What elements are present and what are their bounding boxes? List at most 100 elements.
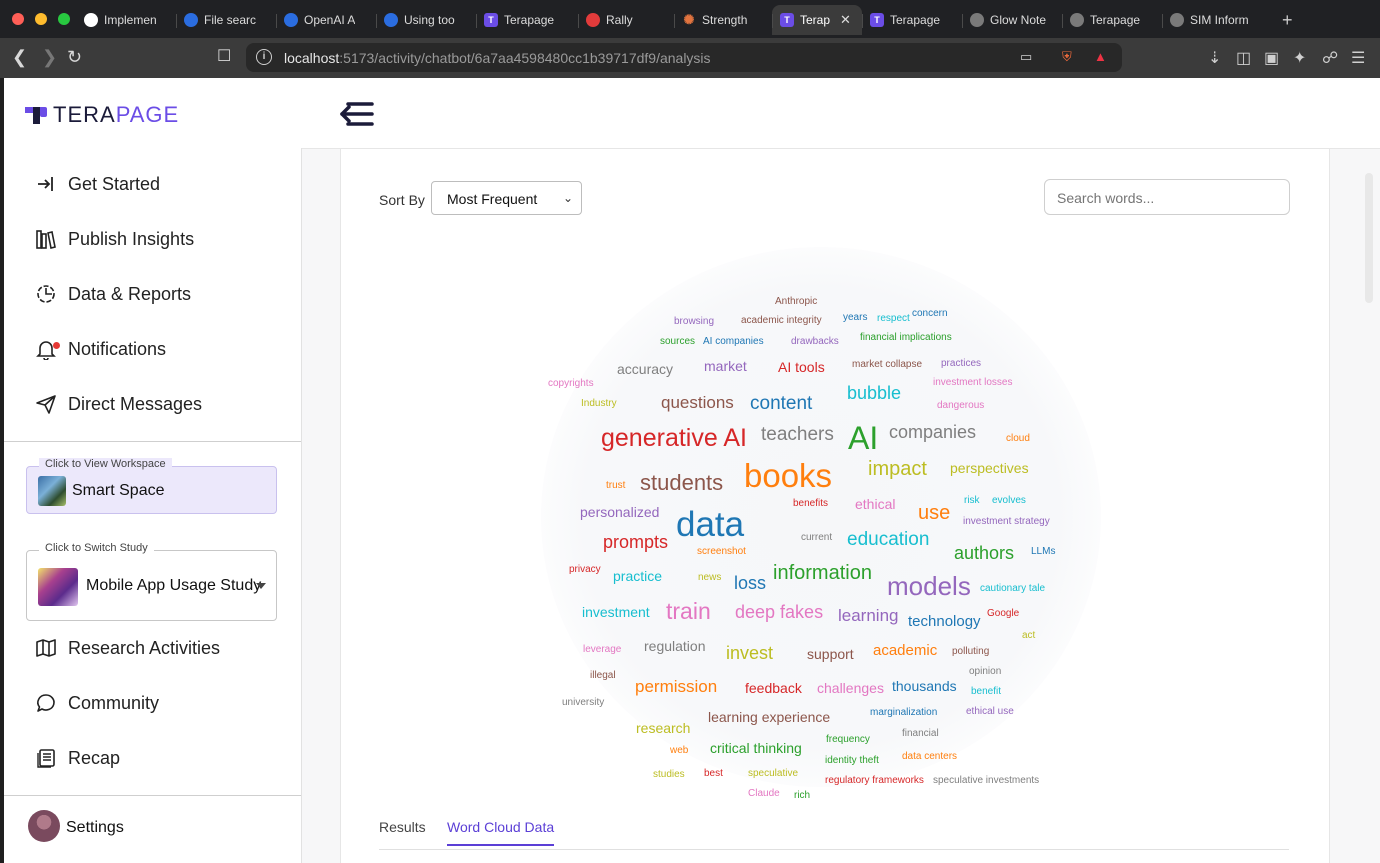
word-cloud-word[interactable]: train bbox=[666, 600, 711, 623]
word-cloud-word[interactable]: years bbox=[843, 313, 867, 323]
word-cloud-word[interactable]: cautionary tale bbox=[980, 584, 1045, 594]
word-cloud-word[interactable]: companies bbox=[889, 423, 976, 441]
terapage-logo[interactable]: TERAPAGE bbox=[25, 102, 179, 128]
word-cloud-word[interactable]: bubble bbox=[847, 384, 901, 402]
word-cloud-word[interactable]: prompts bbox=[603, 533, 668, 551]
word-cloud-word[interactable]: use bbox=[918, 503, 950, 523]
word-cloud-word[interactable]: data bbox=[676, 507, 744, 542]
word-cloud-word[interactable]: Claude bbox=[748, 789, 780, 799]
word-cloud-word[interactable]: speculative investments bbox=[933, 776, 1039, 786]
search-words-input[interactable]: Search words... bbox=[1044, 179, 1290, 215]
scrollbar[interactable] bbox=[1365, 173, 1373, 303]
word-cloud-word[interactable]: Google bbox=[987, 609, 1019, 619]
word-cloud-word[interactable]: questions bbox=[661, 394, 734, 411]
sidebar-item-notifications[interactable]: Notifications bbox=[4, 327, 301, 371]
ai-sparkle-icon[interactable]: ✦ bbox=[1293, 48, 1306, 68]
word-cloud-word[interactable]: identity theft bbox=[825, 756, 879, 766]
sidebar-item-get-started[interactable]: Get Started bbox=[4, 162, 301, 206]
word-cloud-word[interactable]: risk bbox=[964, 496, 980, 506]
word-cloud-word[interactable]: data centers bbox=[902, 752, 957, 762]
sidebar-item-publish-insights[interactable]: Publish Insights bbox=[4, 217, 301, 261]
vpn-shield-icon[interactable]: ☍ bbox=[1322, 48, 1338, 68]
word-cloud-word[interactable]: speculative bbox=[748, 769, 798, 779]
browser-tab[interactable]: Using too bbox=[376, 5, 476, 35]
word-cloud-word[interactable]: regulation bbox=[644, 639, 706, 653]
word-cloud-word[interactable]: education bbox=[847, 530, 929, 549]
caret-down-icon[interactable] bbox=[256, 583, 266, 589]
word-cloud-word[interactable]: dangerous bbox=[937, 401, 984, 411]
browser-tab[interactable]: T Terap ✕ bbox=[772, 5, 862, 35]
rewards-icon[interactable]: ▲ bbox=[1094, 49, 1107, 64]
word-cloud-word[interactable]: perspectives bbox=[950, 461, 1029, 475]
word-cloud-word[interactable]: act bbox=[1022, 631, 1035, 641]
wallet-icon[interactable]: ▣ bbox=[1264, 48, 1279, 68]
word-cloud-word[interactable]: ethical use bbox=[966, 707, 1014, 717]
browser-tab[interactable]: SIM Inform bbox=[1162, 5, 1272, 35]
new-tab-button[interactable]: + bbox=[1272, 10, 1303, 31]
forward-arrow-icon[interactable]: ❯ bbox=[42, 47, 57, 67]
word-cloud-word[interactable]: AI companies bbox=[703, 337, 764, 347]
word-cloud-word[interactable]: investment strategy bbox=[963, 517, 1050, 527]
word-cloud-word[interactable]: deep fakes bbox=[735, 603, 823, 621]
word-cloud-word[interactable]: trust bbox=[606, 481, 625, 491]
word-cloud-word[interactable]: best bbox=[704, 769, 723, 779]
sidebar-item-recap[interactable]: Recap bbox=[4, 736, 301, 780]
word-cloud-word[interactable]: benefit bbox=[971, 687, 1001, 697]
word-cloud-word[interactable]: technology bbox=[908, 614, 981, 629]
word-cloud-word[interactable]: content bbox=[750, 394, 812, 413]
word-cloud-word[interactable]: leverage bbox=[583, 645, 621, 655]
word-cloud-word[interactable]: critical thinking bbox=[710, 741, 802, 755]
word-cloud-word[interactable]: personalized bbox=[580, 505, 659, 519]
word-cloud-word[interactable]: Industry bbox=[581, 399, 617, 409]
word-cloud-word[interactable]: rich bbox=[794, 791, 810, 801]
word-cloud-word[interactable]: support bbox=[807, 647, 854, 661]
word-cloud-word[interactable]: students bbox=[640, 472, 723, 494]
word-cloud-word[interactable]: academic integrity bbox=[741, 316, 822, 326]
tab-word-cloud-data[interactable]: Word Cloud Data bbox=[447, 819, 555, 846]
word-cloud-word[interactable]: books bbox=[744, 459, 832, 492]
reload-icon[interactable]: ↻ bbox=[67, 47, 82, 67]
word-cloud-word[interactable]: generative AI bbox=[601, 426, 747, 451]
cast-icon[interactable]: ▭ bbox=[1020, 49, 1032, 65]
word-cloud-word[interactable]: Anthropic bbox=[775, 297, 817, 307]
word-cloud-word[interactable]: loss bbox=[734, 574, 766, 592]
word-cloud-word[interactable]: privacy bbox=[569, 565, 601, 575]
close-tab-icon[interactable]: ✕ bbox=[840, 12, 851, 28]
word-cloud-word[interactable]: investment losses bbox=[933, 378, 1012, 388]
address-bar[interactable]: i localhost:5173/activity/chatbot/6a7aa4… bbox=[246, 43, 1122, 72]
word-cloud-word[interactable]: cloud bbox=[1006, 434, 1030, 444]
browser-tab[interactable]: OpenAI A bbox=[276, 5, 376, 35]
word-cloud-word[interactable]: sources bbox=[660, 337, 695, 347]
word-cloud-word[interactable]: web bbox=[670, 746, 688, 756]
word-cloud-word[interactable]: browsing bbox=[674, 317, 714, 327]
word-cloud-word[interactable]: studies bbox=[653, 770, 685, 780]
word-cloud-word[interactable]: invest bbox=[726, 644, 773, 662]
word-cloud-word[interactable]: practices bbox=[941, 359, 981, 369]
download-icon[interactable]: ⇣ bbox=[1208, 48, 1221, 68]
menu-icon[interactable]: ☰ bbox=[1351, 48, 1365, 68]
word-cloud-word[interactable]: permission bbox=[635, 678, 717, 695]
browser-tab[interactable]: T Terapage bbox=[476, 5, 578, 35]
word-cloud-word[interactable]: benefits bbox=[793, 499, 828, 509]
word-cloud-word[interactable]: academic bbox=[873, 643, 937, 658]
bookmark-icon[interactable]: ☐ bbox=[217, 47, 231, 67]
sidebar-item-community[interactable]: Community bbox=[4, 681, 301, 725]
word-cloud-word[interactable]: AI bbox=[848, 422, 878, 454]
browser-tab[interactable]: File searc bbox=[176, 5, 276, 35]
workspace-selector[interactable]: Click to View Workspace Smart Space bbox=[26, 458, 277, 514]
word-cloud-word[interactable]: marginalization bbox=[870, 708, 937, 718]
word-cloud-word[interactable]: AI tools bbox=[778, 360, 825, 374]
word-cloud-word[interactable]: investment bbox=[582, 605, 650, 619]
word-cloud-word[interactable]: information bbox=[773, 563, 872, 583]
window-close-button[interactable] bbox=[12, 13, 24, 25]
word-cloud-word[interactable]: news bbox=[698, 573, 721, 583]
sidebar-item-research-activities[interactable]: Research Activities bbox=[4, 626, 301, 670]
browser-tab[interactable]: Glow Note bbox=[962, 5, 1062, 35]
word-cloud-word[interactable]: LLMs bbox=[1031, 547, 1055, 557]
browser-tab[interactable]: T Terapage bbox=[862, 5, 962, 35]
word-cloud-word[interactable]: evolves bbox=[992, 496, 1026, 506]
word-cloud-word[interactable]: research bbox=[636, 721, 690, 735]
word-cloud-word[interactable]: respect bbox=[877, 314, 910, 324]
word-cloud-word[interactable]: frequency bbox=[826, 735, 870, 745]
word-cloud-word[interactable]: authors bbox=[954, 544, 1014, 562]
